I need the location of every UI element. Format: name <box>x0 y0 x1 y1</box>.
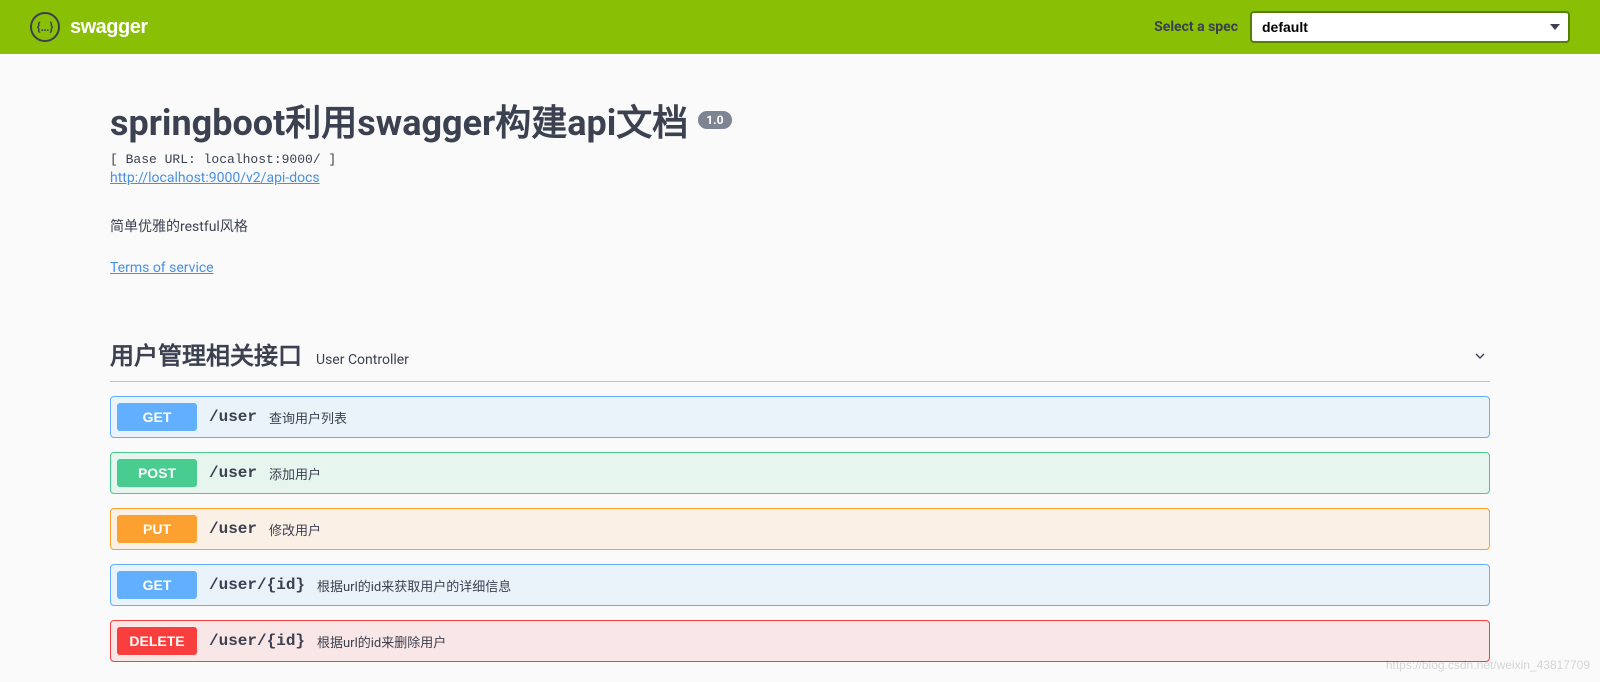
api-title-text: springboot利用swagger构建api文档 <box>110 94 688 146</box>
topbar: {…} swagger Select a spec default <box>0 0 1600 54</box>
operation-summary: 查询用户列表 <box>269 408 347 427</box>
operation-summary: 根据url的id来删除用户 <box>317 632 446 651</box>
operation-get-user-by-id[interactable]: GET /user/{id} 根据url的id来获取用户的详细信息 <box>110 564 1490 606</box>
method-badge-get: GET <box>117 403 197 431</box>
tag-header[interactable]: 用户管理相关接口 User Controller <box>110 336 1490 382</box>
tag-section: 用户管理相关接口 User Controller GET /user 查询用户列… <box>110 336 1490 662</box>
operation-summary: 添加用户 <box>269 464 321 483</box>
operation-path: /user <box>209 520 257 538</box>
operation-delete-user-by-id[interactable]: DELETE /user/{id} 根据url的id来删除用户 <box>110 620 1490 662</box>
spec-selector-area: Select a spec default <box>1154 11 1570 43</box>
brand-text: swagger <box>70 16 148 39</box>
operation-put-user[interactable]: PUT /user 修改用户 <box>110 508 1490 550</box>
operation-get-user[interactable]: GET /user 查询用户列表 <box>110 396 1490 438</box>
base-url: [ Base URL: localhost:9000/ ] <box>110 152 1490 167</box>
spec-select-wrap: default <box>1250 11 1570 43</box>
spec-label: Select a spec <box>1154 19 1238 35</box>
topbar-brand-area[interactable]: {…} swagger <box>30 12 148 42</box>
operation-summary: 根据url的id来获取用户的详细信息 <box>317 576 511 595</box>
tag-description: User Controller <box>316 352 409 368</box>
method-badge-delete: DELETE <box>117 627 197 655</box>
operation-path: /user/{id} <box>209 576 305 594</box>
operations-list: GET /user 查询用户列表 POST /user 添加用户 PUT /us… <box>110 396 1490 662</box>
swagger-logo-icon: {…} <box>30 12 60 42</box>
tag-name: 用户管理相关接口 <box>110 336 302 371</box>
version-badge: 1.0 <box>698 111 731 129</box>
tag-title-area: 用户管理相关接口 User Controller <box>110 336 409 371</box>
api-description: 简单优雅的restful风格 <box>110 216 1490 236</box>
operation-path: /user <box>209 464 257 482</box>
method-badge-put: PUT <box>117 515 197 543</box>
api-title: springboot利用swagger构建api文档 1.0 <box>110 94 732 146</box>
operation-path: /user/{id} <box>209 632 305 650</box>
method-badge-post: POST <box>117 459 197 487</box>
terms-of-service-link[interactable]: Terms of service <box>110 260 214 276</box>
operation-summary: 修改用户 <box>269 520 321 539</box>
spec-select[interactable]: default <box>1250 11 1570 43</box>
operation-path: /user <box>209 408 257 426</box>
main-container: springboot利用swagger构建api文档 1.0 [ Base UR… <box>90 54 1510 682</box>
method-badge-get: GET <box>117 571 197 599</box>
operation-post-user[interactable]: POST /user 添加用户 <box>110 452 1490 494</box>
chevron-down-icon <box>1470 346 1490 366</box>
api-docs-link[interactable]: http://localhost:9000/v2/api-docs <box>110 170 320 186</box>
